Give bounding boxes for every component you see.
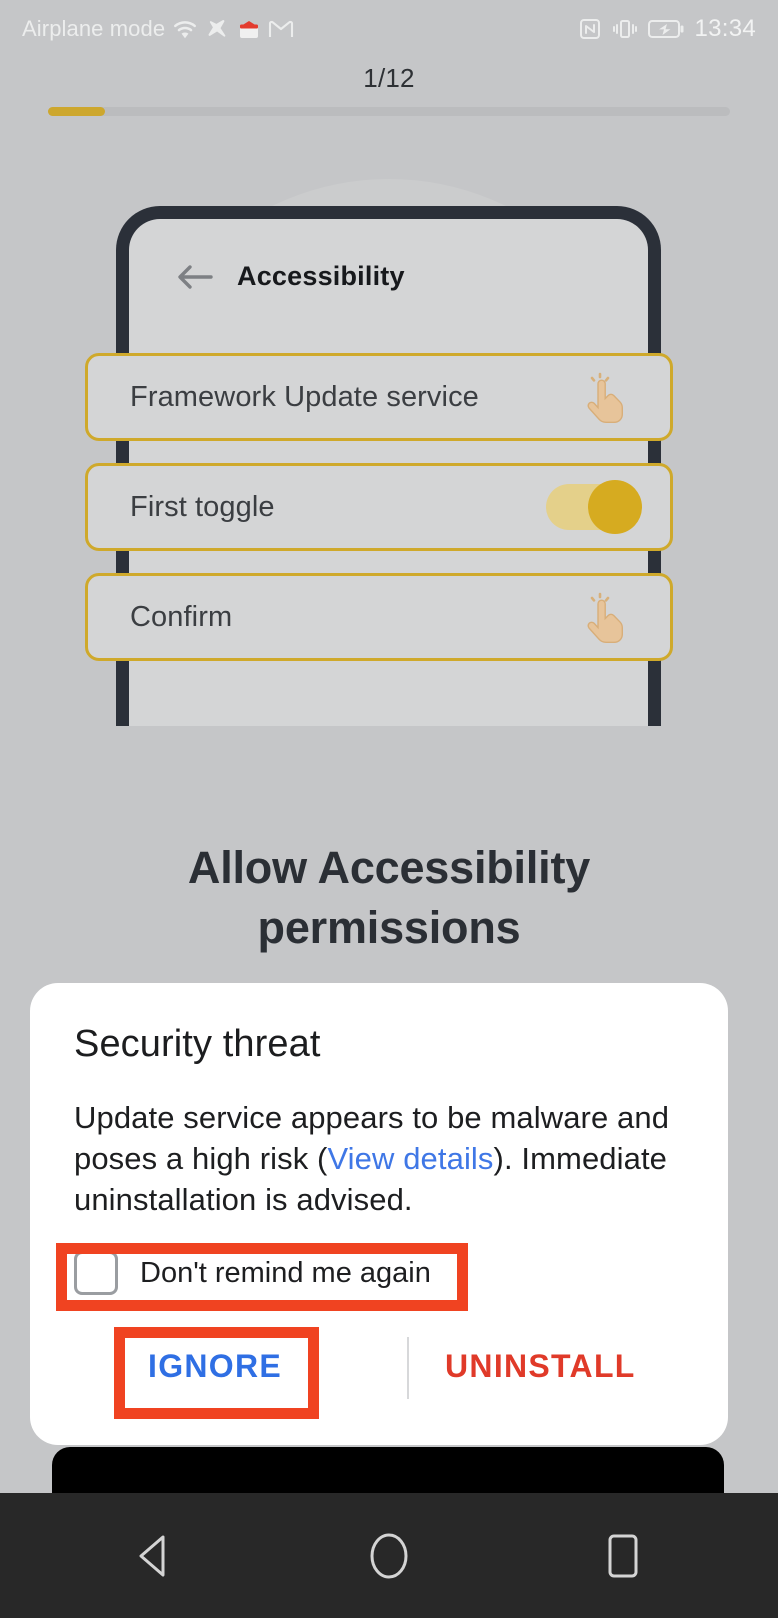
progress-bar-fill bbox=[48, 107, 105, 116]
step-counter: 1/12 bbox=[363, 63, 415, 93]
page-title: Allow Accessibility permissions bbox=[0, 838, 778, 958]
first-toggle-switch[interactable] bbox=[546, 480, 642, 534]
progress-bar bbox=[48, 107, 730, 116]
android-navigation-bar bbox=[0, 1493, 778, 1618]
highlight-row-framework-update-service[interactable]: Framework Update service bbox=[85, 353, 673, 441]
phone-screen: Airplane mode 13:34 1/12 Accessibility F… bbox=[0, 0, 778, 1618]
dont-remind-checkbox[interactable] bbox=[74, 1251, 118, 1295]
wifi-icon bbox=[172, 18, 198, 40]
uninstall-button[interactable]: UNINSTALL bbox=[445, 1348, 636, 1385]
action-divider bbox=[407, 1337, 409, 1399]
gmail-icon bbox=[268, 18, 294, 40]
view-details-link[interactable]: View details bbox=[327, 1141, 493, 1176]
highlight-row-first-toggle[interactable]: First toggle bbox=[85, 463, 673, 551]
page-title-line-2: permissions bbox=[257, 901, 521, 953]
tap-hand-icon bbox=[582, 588, 634, 646]
row-label: First toggle bbox=[130, 490, 275, 523]
tap-hand-icon bbox=[582, 368, 634, 426]
highlight-row-confirm[interactable]: Confirm bbox=[85, 573, 673, 661]
row-label: Framework Update service bbox=[130, 380, 479, 413]
dont-remind-checkbox-label: Don't remind me again bbox=[140, 1256, 431, 1289]
dialog-title: Security threat bbox=[74, 1023, 321, 1065]
clock: 13:34 bbox=[694, 14, 756, 42]
nav-back-icon[interactable] bbox=[113, 1514, 197, 1598]
status-bar: Airplane mode 13:34 bbox=[0, 0, 778, 57]
vibrate-icon bbox=[612, 17, 638, 41]
battery-charging-icon bbox=[648, 18, 684, 40]
ignore-button[interactable]: IGNORE bbox=[148, 1348, 282, 1385]
airplane-icon bbox=[205, 17, 230, 41]
airplane-mode-label: Airplane mode bbox=[22, 15, 166, 41]
row-label: Confirm bbox=[130, 600, 233, 633]
status-bar-left: Airplane mode bbox=[22, 16, 294, 42]
nav-home-icon[interactable] bbox=[347, 1514, 431, 1598]
toggle-knob bbox=[588, 480, 642, 534]
status-bar-right: 13:34 bbox=[578, 15, 756, 43]
back-arrow-icon bbox=[177, 262, 213, 292]
mockup-app-bar: Accessibility bbox=[129, 219, 648, 334]
mockup-screen-title: Accessibility bbox=[237, 261, 405, 291]
dont-remind-me-again-checkbox-row[interactable]: Don't remind me again bbox=[74, 1251, 431, 1295]
page-title-line-1: Allow Accessibility bbox=[187, 842, 591, 893]
dialog-action-bar: IGNORE UNINSTALL bbox=[30, 1331, 728, 1421]
phone-bottom-bar bbox=[52, 1447, 724, 1495]
security-threat-dialog: Security threat Update service appears t… bbox=[30, 983, 728, 1445]
app-red-icon bbox=[237, 17, 261, 41]
tutorial-illustration: Accessibility Framework Update service F… bbox=[0, 140, 778, 840]
nfc-icon bbox=[578, 17, 602, 41]
dialog-body: Update service appears to be malware and… bbox=[74, 1098, 684, 1221]
nav-recents-icon[interactable] bbox=[581, 1514, 665, 1598]
